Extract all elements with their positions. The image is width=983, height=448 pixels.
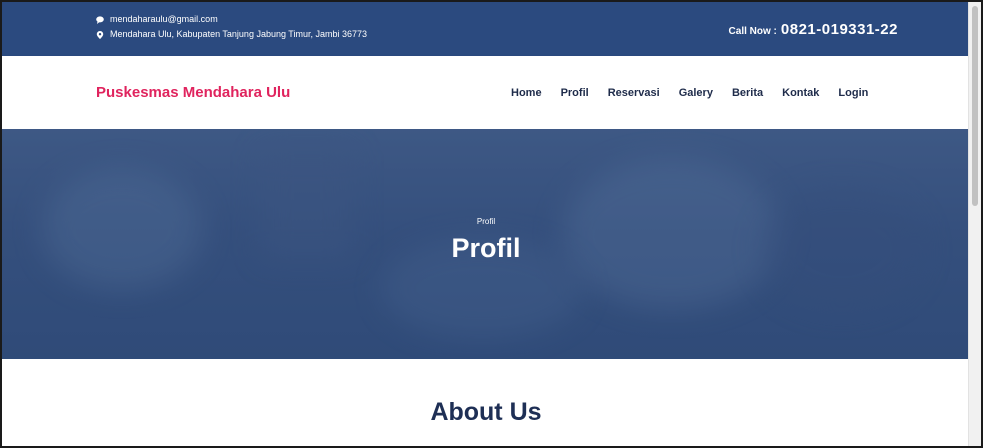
about-section: About Us <box>2 359 970 446</box>
nav-item-login[interactable]: Login <box>838 87 868 99</box>
about-heading: About Us <box>430 398 542 426</box>
address-text: Mendahara Ulu, Kabupaten Tanjung Jabung … <box>110 29 368 39</box>
contact-info: mendaharaulu@gmail.com Mendahara Ulu, Ka… <box>96 12 367 42</box>
call-now[interactable]: Call Now : 0821-019331-22 <box>729 21 898 38</box>
map-pin-icon <box>96 30 104 39</box>
top-info-bar: mendaharaulu@gmail.com Mendahara Ulu, Ka… <box>2 2 970 56</box>
nav-item-kontak[interactable]: Kontak <box>782 87 819 99</box>
page-scrollbar[interactable] <box>968 2 981 446</box>
call-label: Call Now : <box>728 26 777 37</box>
nav-item-profil[interactable]: Profil <box>561 87 589 99</box>
nav-item-reservasi[interactable]: Reservasi <box>608 87 660 99</box>
site-brand[interactable]: Puskesmas Mendahara Ulu <box>96 84 290 101</box>
main-navbar: Puskesmas Mendahara Ulu Home Profil Rese… <box>2 56 970 129</box>
chat-bubble-icon <box>96 15 104 24</box>
scrollbar-thumb[interactable] <box>972 6 978 206</box>
email-row: mendaharaulu@gmail.com <box>96 12 367 27</box>
nav-item-galery[interactable]: Galery <box>679 87 713 99</box>
breadcrumb: Profil <box>476 217 496 226</box>
nav-item-home[interactable]: Home <box>511 87 542 99</box>
page-title: Profil <box>451 233 521 263</box>
page-hero-banner: Profil Profil <box>2 129 970 359</box>
email-text[interactable]: mendaharaulu@gmail.com <box>110 12 218 27</box>
main-nav: Home Profil Reservasi Galery Berita Kont… <box>511 87 887 99</box>
nav-item-berita[interactable]: Berita <box>732 87 763 99</box>
address-row: Mendahara Ulu, Kabupaten Tanjung Jabung … <box>96 27 367 42</box>
browser-viewport: mendaharaulu@gmail.com Mendahara Ulu, Ka… <box>0 0 983 448</box>
call-number[interactable]: 0821-019331-22 <box>781 21 898 38</box>
